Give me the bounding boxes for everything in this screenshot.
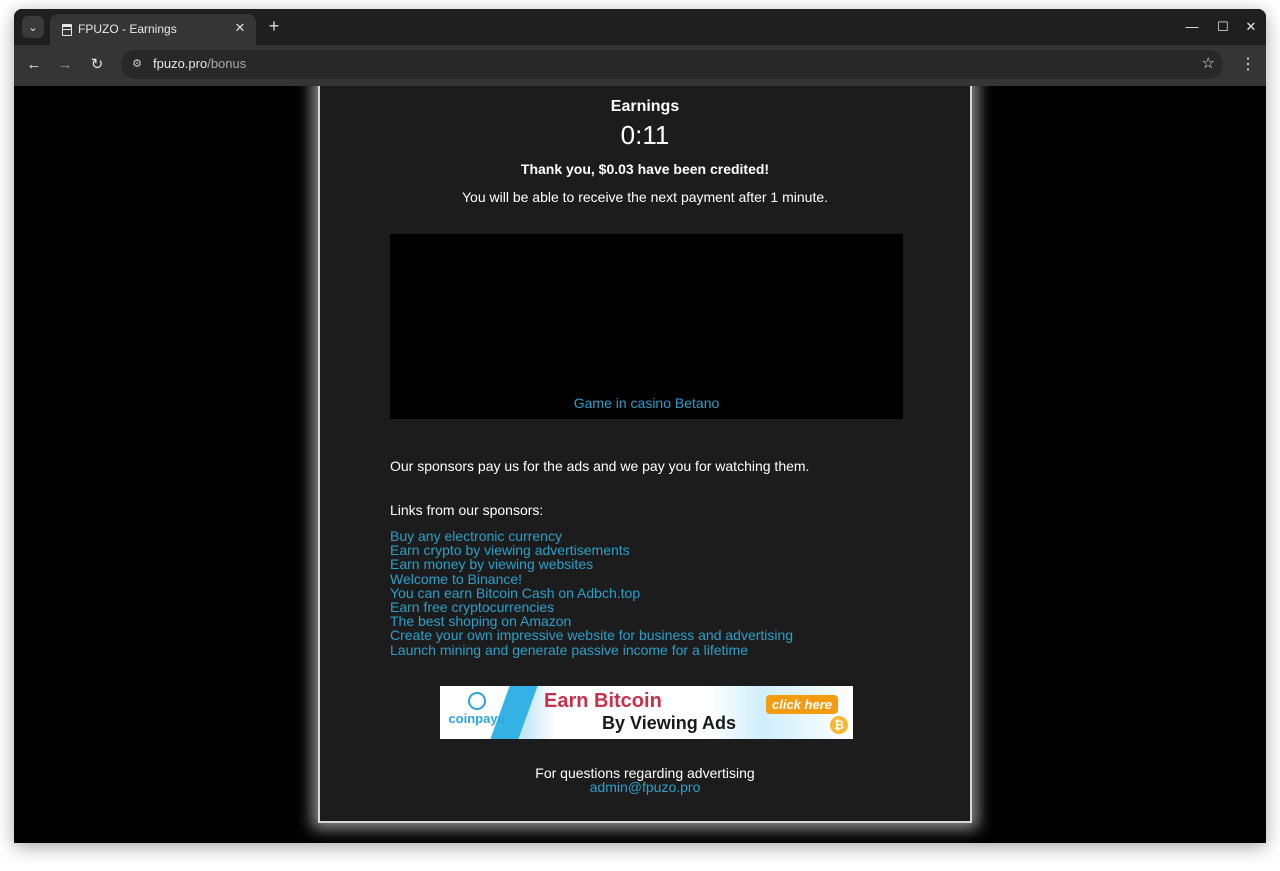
earnings-panel: Earnings 0:11 Thank you, $0.03 have been… [318, 86, 972, 823]
tune-icon[interactable]: ⚙ [129, 56, 145, 72]
sponsor-description: Our sponsors pay us for the ads and we p… [390, 458, 810, 474]
coinpayu-ad-banner[interactable]: coinpayu Earn Bitcoin By Viewing Ads cli… [440, 686, 853, 739]
banner-logo-text: coinpayu [448, 711, 506, 726]
tab-title: FPUZO - Earnings [78, 22, 177, 36]
address-bar[interactable]: ⚙ fpuzo.pro/bonus ☆ [121, 50, 1223, 79]
menu-icon[interactable]: ⋮ [1240, 55, 1256, 75]
url-host: fpuzo.pro [153, 56, 208, 71]
page-title: Earnings [610, 98, 680, 115]
tab-strip: ⌄ FPUZO - Earnings ✕ + — ☐ ✕ [14, 9, 1266, 45]
list-item: Buy any electronic currency [390, 529, 793, 543]
maximize-button[interactable]: ☐ [1213, 17, 1233, 37]
list-item: You can earn Bitcoin Cash on Adbch.top [390, 586, 793, 600]
document-icon [62, 24, 72, 36]
coinpayu-logo-icon [468, 692, 486, 710]
back-button[interactable]: ← [24, 55, 44, 75]
tab-active[interactable]: FPUZO - Earnings ✕ [50, 14, 256, 45]
close-window-button[interactable]: ✕ [1241, 17, 1261, 37]
list-item: Create your own impressive website for b… [390, 628, 793, 642]
sponsor-links-heading: Links from our sponsors: [390, 502, 544, 518]
credited-message: Thank you, $0.03 have been credited! [520, 161, 770, 177]
tab-search-button[interactable]: ⌄ [22, 16, 44, 38]
video-ad-link[interactable]: Game in casino Betano [390, 395, 903, 411]
sponsor-links-list: Buy any electronic currency Earn crypto … [390, 529, 793, 657]
reload-button[interactable]: ↻ [87, 55, 107, 75]
bitcoin-icon: ₿ [830, 716, 848, 734]
advertising-contact: admin@fpuzo.pro [320, 779, 970, 795]
next-payment-message: You will be able to receive the next pay… [461, 189, 829, 205]
banner-subheadline: By Viewing Ads [602, 713, 737, 733]
browser-window: ⌄ FPUZO - Earnings ✕ + — ☐ ✕ ← → ↻ ⚙ fpu… [14, 9, 1266, 843]
minimize-button[interactable]: — [1182, 17, 1202, 37]
new-tab-button[interactable]: + [264, 16, 284, 36]
browser-toolbar: ← → ↻ ⚙ fpuzo.pro/bonus ☆ ⋮ [14, 45, 1266, 86]
chevron-down-icon: ⌄ [28, 21, 38, 34]
star-icon[interactable]: ☆ [1202, 54, 1215, 72]
url-text[interactable]: fpuzo.pro/bonus [153, 56, 246, 71]
sponsor-link[interactable]: Launch mining and generate passive incom… [390, 642, 748, 658]
list-item: Launch mining and generate passive incom… [390, 643, 793, 657]
ad-video-frame[interactable]: Game in casino Betano [390, 234, 903, 419]
url-path: /bonus [207, 56, 247, 71]
banner-cta-button[interactable]: click here [766, 695, 838, 714]
list-item: Earn crypto by viewing advertisements [390, 543, 793, 557]
countdown-timer: 0:11 [620, 120, 670, 150]
list-item: Earn free cryptocurrencies [390, 600, 793, 614]
page-viewport: Earnings 0:11 Thank you, $0.03 have been… [14, 86, 1266, 843]
list-item: Earn money by viewing websites [390, 557, 793, 571]
forward-button[interactable]: → [55, 55, 75, 75]
contact-email-link[interactable]: admin@fpuzo.pro [590, 779, 701, 795]
coinpayu-logo: coinpayu [445, 692, 509, 726]
close-icon[interactable]: ✕ [232, 20, 248, 36]
list-item: The best shoping on Amazon [390, 614, 793, 628]
banner-headline: Earn Bitcoin [544, 690, 662, 712]
list-item: Welcome to Binance! [390, 572, 793, 586]
